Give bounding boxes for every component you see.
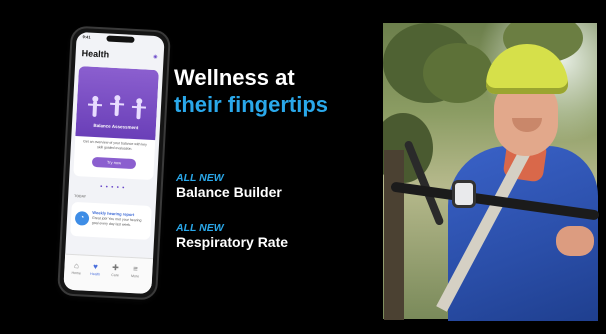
foliage <box>423 43 493 103</box>
cyclist-hand <box>556 226 594 256</box>
feature-balance-builder: ALL NEW Balance Builder <box>176 172 282 201</box>
care-icon: ✚ <box>111 263 120 273</box>
card-hero-image: Balance Assessment <box>75 66 159 141</box>
feature-name: Balance Builder <box>176 184 282 200</box>
heart-icon: ♥ <box>92 262 99 272</box>
phone-screen: 9:41 Health ◉ Balance Assessment Get an … <box>63 31 165 295</box>
ear-icon: ◔ <box>74 211 90 226</box>
home-icon: ⌂ <box>73 261 80 271</box>
profile-icon[interactable]: ◉ <box>153 54 158 60</box>
tab-health[interactable]: ♥ Health <box>86 262 105 277</box>
feature-tag: ALL NEW <box>176 172 224 184</box>
phone-mockup: 9:41 Health ◉ Balance Assessment Get an … <box>59 27 169 299</box>
balance-assessment-card[interactable]: Balance Assessment Get an overview of yo… <box>73 66 159 181</box>
tab-label: More <box>131 274 140 279</box>
tab-label: Care <box>111 273 120 278</box>
tab-care[interactable]: ✚ Care <box>106 263 125 278</box>
card-description: Get an overview of your balance with key… <box>83 139 148 151</box>
status-time: 9:41 <box>82 34 91 40</box>
person-figure-icon <box>114 99 120 117</box>
headline: Wellness at their fingertips <box>174 64 328 118</box>
feature-tag: ALL NEW <box>176 222 224 234</box>
app-title: Health <box>81 48 110 60</box>
tab-more[interactable]: ≡ More <box>126 264 145 279</box>
tab-label: Health <box>89 271 101 277</box>
feature-name: Respiratory Rate <box>176 234 289 250</box>
bike-mounted-device <box>452 180 476 208</box>
headline-line-2: their fingertips <box>174 92 329 117</box>
phone-notch <box>106 35 135 43</box>
feature-respiratory-rate: ALL NEW Respiratory Rate <box>176 222 288 251</box>
headline-line-1: Wellness at <box>174 65 295 90</box>
person-figure-icon <box>136 103 142 120</box>
tab-home[interactable]: ⌂ Home <box>67 261 86 276</box>
try-now-button[interactable]: Try now <box>91 156 137 170</box>
card-title: Balance Assessment <box>93 122 139 131</box>
tab-bar: ⌂ Home ♥ Health ✚ Care ≡ More <box>63 253 154 295</box>
hearing-report-notification[interactable]: ◔ Weekly hearing report Great job! You m… <box>70 201 152 240</box>
menu-icon: ≡ <box>132 264 139 274</box>
notification-body: Great job! You met your hearing goal eve… <box>91 215 142 227</box>
section-label: TODAY <box>74 193 87 199</box>
tab-label: Home <box>71 270 81 276</box>
person-figure-icon <box>92 100 98 118</box>
slide: 9:41 Health ◉ Balance Assessment Get an … <box>0 0 606 334</box>
pagination-dots[interactable]: ● ● ● ● ● <box>69 182 157 192</box>
tree-trunk <box>384 150 404 320</box>
